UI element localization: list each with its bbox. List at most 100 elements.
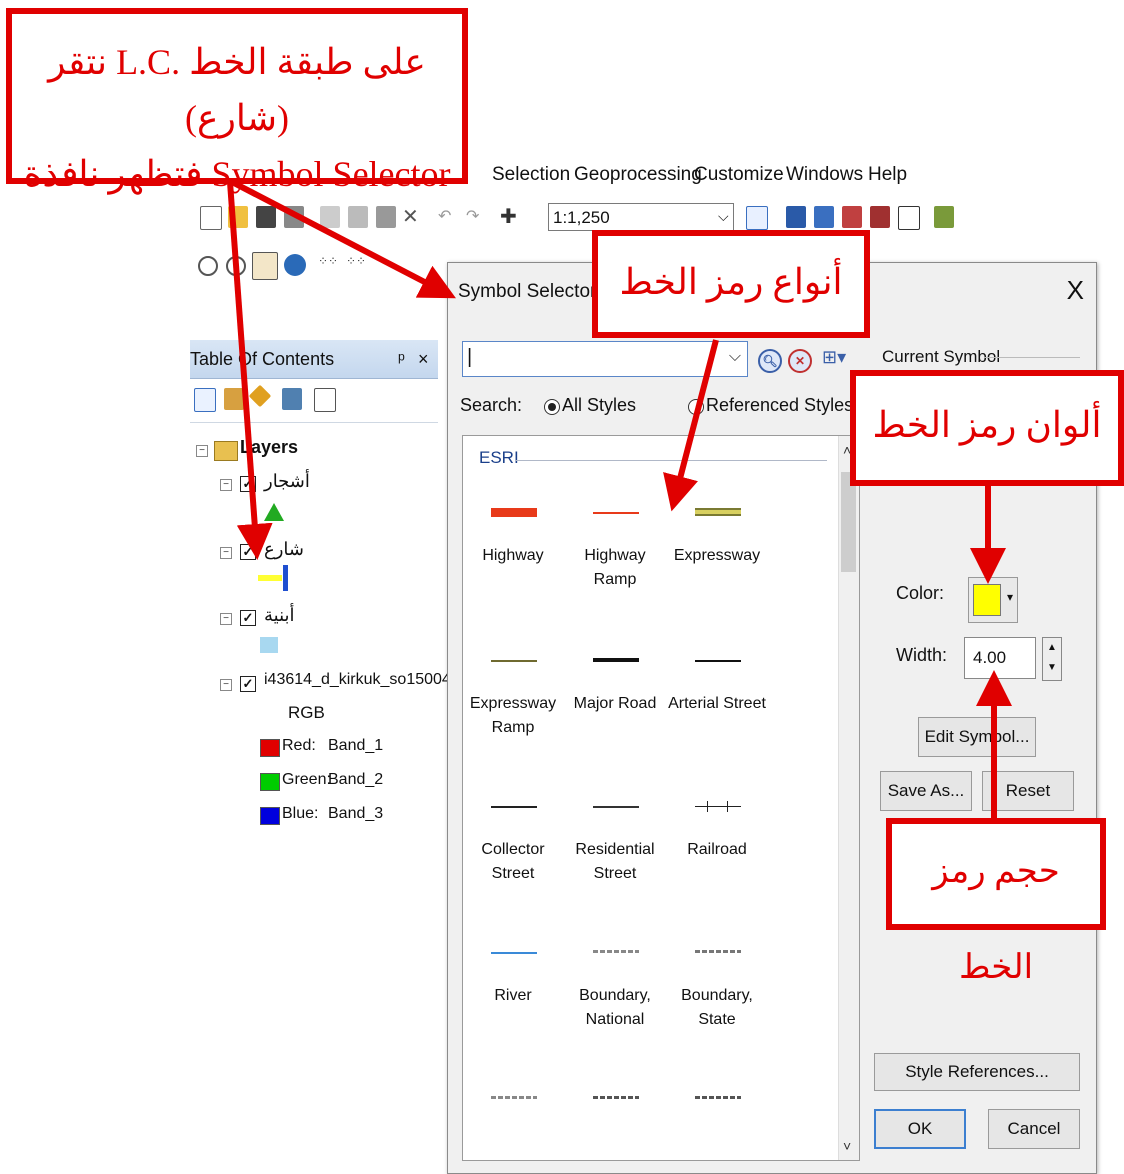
symbol-item[interactable]: Highway Ramp [565,492,665,632]
symbol-item[interactable]: River [463,932,563,1072]
collapse-icon[interactable]: − [220,613,232,625]
model-builder-icon[interactable] [934,206,954,228]
street-symbol-yellow[interactable] [258,575,282,581]
arctoolbox-icon[interactable] [870,206,890,228]
list-by-drawing-order-icon[interactable] [194,388,216,412]
fixed-zoom-in-icon[interactable]: ⁘⁘ [318,254,338,276]
undo-icon[interactable]: ↶ [438,206,451,228]
redo-icon[interactable]: ↷ [466,206,479,228]
layer-visibility-checkbox[interactable]: ✓ [240,476,256,492]
search-icon[interactable]: 🔍︎ [758,349,782,373]
layer-buildings-label[interactable]: أبنية [264,605,295,626]
cut-icon[interactable] [320,206,340,228]
symbol-item[interactable]: Arterial Street [667,640,767,780]
symbol-item[interactable] [667,1078,767,1160]
clear-search-icon[interactable]: ✕ [788,349,812,373]
symbol-name: Expressway Ramp [469,695,557,736]
add-data-icon[interactable]: ✚ [500,204,517,228]
tree-symbol-icon[interactable] [264,503,284,521]
symbol-gallery[interactable]: ESRI Highway Highway Ramp Expressway Expres… [462,435,860,1161]
catalog-icon[interactable] [814,206,834,228]
zoom-out-icon[interactable] [226,256,246,276]
referenced-styles-radio[interactable] [688,399,704,415]
chevron-down-icon[interactable]: ⌵ [718,208,729,225]
close-icon[interactable]: × [418,340,429,378]
layer-visibility-checkbox[interactable]: ✓ [240,676,256,692]
reset-button[interactable]: Reset [982,771,1074,811]
all-styles-radio[interactable] [544,399,560,415]
list-by-source-icon[interactable] [224,388,244,410]
symbol-item[interactable]: Railroad [667,786,767,926]
map-scale-combo[interactable]: 1:1,250 [548,203,734,231]
search-window-icon[interactable] [842,206,862,228]
options-icon[interactable] [314,388,336,412]
red-band-swatch [260,739,280,757]
ok-button[interactable]: OK [874,1109,966,1149]
collapse-icon[interactable]: − [220,547,232,559]
edit-symbol-button[interactable]: Edit Symbol... [918,717,1036,757]
cancel-button[interactable]: Cancel [988,1109,1080,1149]
delete-icon[interactable]: ✕ [402,204,419,228]
all-styles-label[interactable]: All Styles [562,395,636,416]
symbol-item[interactable]: Major Road [565,640,665,780]
chevron-down-icon[interactable]: ⌵ [729,348,741,366]
new-document-icon[interactable] [200,206,222,230]
color-swatch [973,584,1001,616]
paste-icon[interactable] [376,206,396,228]
table-icon[interactable] [786,206,806,228]
menu-item-customize[interactable]: Customize [694,164,784,186]
print-icon[interactable] [284,206,304,228]
width-input[interactable]: 4.00 [964,637,1036,679]
menu-item-selection[interactable]: Selection [492,164,570,186]
collapse-icon[interactable]: − [220,479,232,491]
color-picker-button[interactable]: ▾ [968,577,1018,623]
python-window-icon[interactable] [898,206,920,230]
symbol-item[interactable] [463,1078,563,1160]
list-by-visibility-icon[interactable] [248,384,272,408]
symbol-item[interactable]: Residential Street [565,786,665,926]
collapse-icon[interactable]: − [220,679,232,691]
copy-icon[interactable] [348,206,368,228]
symbol-item[interactable]: Collector Street [463,786,563,926]
layer-street-label[interactable]: شارع [264,539,304,560]
collapse-icon[interactable]: − [196,445,208,457]
referenced-styles-label[interactable]: Referenced Styles [706,395,853,416]
search-input[interactable]: | ⌵ [462,341,748,377]
editor-icon[interactable] [746,206,768,230]
pan-hand-icon[interactable] [252,252,278,280]
gallery-scrollbar[interactable]: ˄ ˅ [838,436,859,1160]
open-folder-icon[interactable] [228,206,248,228]
symbol-item[interactable]: Boundary, State [667,932,767,1072]
layer-raster-label[interactable]: i43614_d_kirkuk_so150048 [264,671,460,689]
symbol-item[interactable] [565,1078,665,1160]
symbol-item[interactable]: Expressway [667,492,767,632]
layer-visibility-checkbox[interactable]: ✓ [240,610,256,626]
symbol-item[interactable]: Highway [463,492,563,632]
pin-icon[interactable]: ᵖ [398,340,405,378]
symbol-name: Residential Street [575,841,655,882]
width-spinner[interactable]: ▲ ▼ [1042,637,1062,681]
list-by-selection-icon[interactable] [282,388,302,410]
chevron-down-icon[interactable]: ▾ [1007,590,1013,604]
symbol-item[interactable]: Expressway Ramp [463,640,563,780]
save-as-button[interactable]: Save As... [880,771,972,811]
layer-trees-label[interactable]: أشجار [264,471,310,492]
dialog-close-button[interactable]: X [1067,277,1084,303]
layers-root-label[interactable]: Layers [240,437,298,458]
symbol-name: Arterial Street [668,695,766,712]
view-options-icon[interactable]: ⊞▾ [822,347,846,368]
style-references-button[interactable]: Style References... [874,1053,1080,1091]
fixed-zoom-out-icon[interactable]: ⁘⁘ [346,254,366,276]
full-extent-globe-icon[interactable] [284,254,306,276]
building-symbol-icon[interactable] [260,637,278,653]
save-icon[interactable] [256,206,276,228]
symbol-item[interactable]: Boundary, National [565,932,665,1072]
scroll-down-icon[interactable]: ˅ [843,1138,851,1154]
menu-item-windows[interactable]: Windows [786,164,863,186]
menu-item-geoprocessing[interactable]: Geoprocessing [574,164,702,186]
layer-visibility-checkbox[interactable]: ✓ [240,544,256,560]
menu-item-help[interactable]: Help [868,164,907,186]
symbol-name: Major Road [573,695,657,712]
scroll-thumb[interactable] [841,472,856,572]
zoom-in-icon[interactable] [198,256,218,276]
